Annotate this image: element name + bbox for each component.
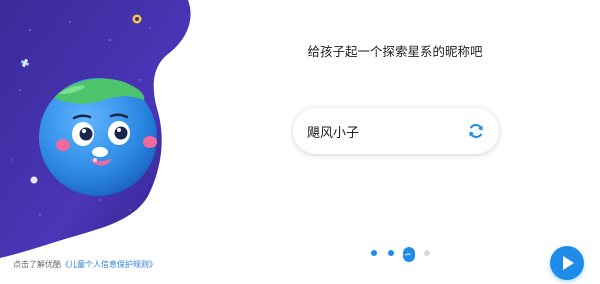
nickname-value: 飓风小子	[307, 126, 360, 141]
page-dot	[424, 250, 430, 256]
page-dot	[388, 250, 394, 256]
privacy-policy-link[interactable]: 《儿童个人信息保护规则》	[61, 260, 157, 269]
ring-asteroid-icon	[132, 14, 142, 24]
play-arrow-icon	[563, 256, 574, 270]
planet-mascot-icon	[39, 78, 157, 196]
planet-dot-icon	[403, 250, 415, 262]
privacy-note: 点击了解优酷《儿童个人信息保护规则》	[13, 259, 157, 270]
space-illustration	[0, 0, 230, 284]
page-dot	[371, 250, 377, 256]
next-button[interactable]	[550, 246, 584, 280]
page-title: 给孩子起一个探索星系的昵称吧	[307, 44, 483, 59]
nickname-field[interactable]: 飓风小子	[293, 108, 499, 154]
refresh-icon[interactable]	[467, 122, 485, 140]
page-dot-current	[403, 247, 415, 262]
privacy-note-prefix: 点击了解优酷	[13, 260, 61, 269]
small-moon-icon	[30, 176, 38, 184]
